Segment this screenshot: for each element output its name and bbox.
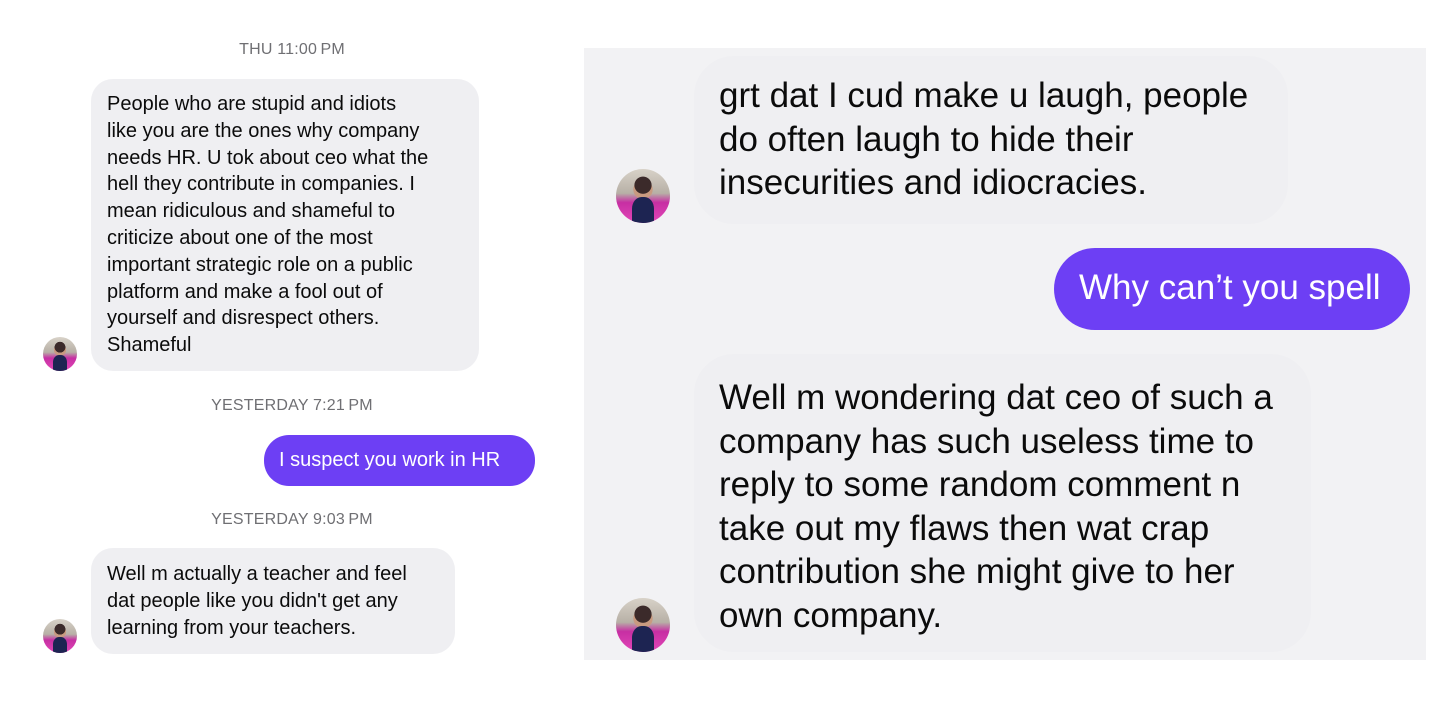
sender-avatar[interactable] <box>616 598 670 652</box>
left-chat-thread: THU 11:00 PM People who are stupid and i… <box>0 0 584 701</box>
incoming-message-bubble[interactable]: Well m wondering dat ceo of such a compa… <box>694 354 1311 652</box>
right-chat-thread: grt dat I cud make u laugh, people do of… <box>584 48 1426 660</box>
incoming-message-bubble[interactable]: People who are stupid and idiots like yo… <box>91 79 479 371</box>
timestamp: YESTERDAY 7:21 PM <box>211 397 373 414</box>
sender-avatar[interactable] <box>43 619 77 653</box>
incoming-message-bubble[interactable]: Well m actually a teacher and feel dat p… <box>91 548 455 654</box>
screenshot-composite: THU 11:00 PM People who are stupid and i… <box>0 0 1456 701</box>
sender-avatar[interactable] <box>616 169 670 223</box>
timestamp: YESTERDAY 9:03 PM <box>211 511 373 528</box>
sender-avatar[interactable] <box>43 337 77 371</box>
incoming-message-bubble[interactable]: grt dat I cud make u laugh, people do of… <box>694 56 1288 224</box>
outgoing-message-bubble[interactable]: I suspect you work in HR <box>264 435 535 486</box>
timestamp: THU 11:00 PM <box>239 41 345 58</box>
outgoing-message-bubble[interactable]: Why can’t you spell <box>1054 248 1410 330</box>
